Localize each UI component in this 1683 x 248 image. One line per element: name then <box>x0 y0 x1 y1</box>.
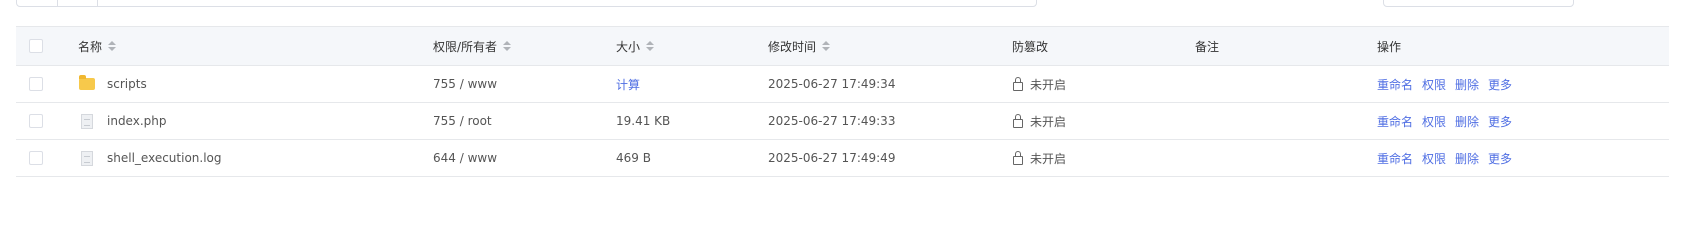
file-table: 名称 权限/所有者 大小 修改时间 防篡改 备注 操作 scripts 755 … <box>16 26 1669 177</box>
size-cell: 计算 <box>616 66 640 102</box>
row-checkbox-cell <box>29 140 43 176</box>
column-label: 修改时间 <box>768 39 817 54</box>
column-header-permission[interactable]: 权限/所有者 <box>433 27 512 65</box>
delete-link[interactable]: 删除 <box>1455 76 1479 93</box>
nav-forward-button[interactable] <box>57 0 98 6</box>
rename-link[interactable]: 重命名 <box>1377 150 1413 167</box>
file-name-cell[interactable]: index.php <box>79 103 166 139</box>
operations-cell: 重命名 权限 删除 更多 <box>1377 140 1521 176</box>
column-header-size[interactable]: 大小 <box>616 27 655 65</box>
sort-icon[interactable] <box>646 41 655 51</box>
sort-icon[interactable] <box>503 41 512 51</box>
file-size: 19.41 KB <box>616 114 671 128</box>
mtime-cell: 2025-06-27 17:49:34 <box>768 66 895 102</box>
size-cell: 469 B <box>616 140 651 176</box>
tamper-status[interactable]: 未开启 <box>1030 76 1066 93</box>
row-checkbox[interactable] <box>29 114 43 128</box>
file-size: 469 B <box>616 151 651 165</box>
more-link[interactable]: 更多 <box>1488 76 1512 93</box>
unlock-icon <box>1013 150 1023 165</box>
mtime-cell: 2025-06-27 17:49:33 <box>768 103 895 139</box>
file-name[interactable]: shell_execution.log <box>107 151 222 165</box>
tamper-status[interactable]: 未开启 <box>1030 150 1066 167</box>
permission-cell[interactable]: 755 / www <box>433 66 497 102</box>
table-row[interactable]: shell_execution.log 644 / www 469 B 2025… <box>16 140 1669 177</box>
file-name-cell[interactable]: shell_execution.log <box>79 140 222 176</box>
toolbar-remnant <box>0 0 1683 8</box>
tamper-cell[interactable]: 未开启 <box>1013 103 1066 139</box>
table-row[interactable]: index.php 755 / root 19.41 KB 2025-06-27… <box>16 103 1669 140</box>
row-checkbox-cell <box>29 103 43 139</box>
permission-cell[interactable]: 755 / root <box>433 103 492 139</box>
file-name-cell[interactable]: scripts <box>79 66 147 102</box>
column-label: 大小 <box>616 39 641 54</box>
delete-link[interactable]: 删除 <box>1455 150 1479 167</box>
column-label: 操作 <box>1377 39 1402 54</box>
file-icon <box>81 113 93 129</box>
permission-owner[interactable]: 755 / root <box>433 114 492 128</box>
row-checkbox[interactable] <box>29 151 43 165</box>
column-header-mtime[interactable]: 修改时间 <box>768 27 831 65</box>
column-label: 防篡改 <box>1012 39 1049 54</box>
permission-link[interactable]: 权限 <box>1422 113 1446 130</box>
more-link[interactable]: 更多 <box>1488 150 1512 167</box>
modified-time: 2025-06-27 17:49:33 <box>768 114 896 128</box>
calculate-size-link[interactable]: 计算 <box>616 76 640 93</box>
rename-link[interactable]: 重命名 <box>1377 113 1413 130</box>
tamper-cell[interactable]: 未开启 <box>1013 66 1066 102</box>
path-breadcrumb-box[interactable] <box>16 0 1037 7</box>
file-name[interactable]: scripts <box>107 77 147 91</box>
sort-icon[interactable] <box>108 41 117 51</box>
file-name[interactable]: index.php <box>107 114 166 128</box>
permission-link[interactable]: 权限 <box>1422 76 1446 93</box>
sort-icon[interactable] <box>822 41 831 51</box>
select-all-checkbox[interactable] <box>29 39 43 53</box>
operations-cell: 重命名 权限 删除 更多 <box>1377 103 1521 139</box>
file-icon <box>81 150 93 166</box>
row-checkbox-cell <box>29 66 43 102</box>
operations-cell: 重命名 权限 删除 更多 <box>1377 66 1521 102</box>
modified-time: 2025-06-27 17:49:49 <box>768 151 896 165</box>
permission-owner[interactable]: 755 / www <box>433 77 497 91</box>
more-link[interactable]: 更多 <box>1488 113 1512 130</box>
nav-back-button[interactable] <box>17 0 58 6</box>
folder-icon <box>79 75 95 90</box>
table-header: 名称 权限/所有者 大小 修改时间 防篡改 备注 操作 <box>16 26 1669 66</box>
tamper-status[interactable]: 未开启 <box>1030 113 1066 130</box>
column-header-note: 备注 <box>1195 27 1219 65</box>
column-header-name[interactable]: 名称 <box>78 27 117 65</box>
unlock-icon <box>1013 113 1023 128</box>
mtime-cell: 2025-06-27 17:49:49 <box>768 140 895 176</box>
permission-link[interactable]: 权限 <box>1422 150 1446 167</box>
tamper-cell[interactable]: 未开启 <box>1013 140 1066 176</box>
column-label: 备注 <box>1195 39 1220 54</box>
table-row[interactable]: scripts 755 / www 计算 2025-06-27 17:49:34… <box>16 66 1669 103</box>
rename-link[interactable]: 重命名 <box>1377 76 1413 93</box>
unlock-icon <box>1013 76 1023 91</box>
delete-link[interactable]: 删除 <box>1455 113 1479 130</box>
row-checkbox[interactable] <box>29 77 43 91</box>
column-label: 名称 <box>78 39 103 54</box>
column-header-tamper: 防篡改 <box>1012 27 1048 65</box>
search-input[interactable] <box>1383 0 1574 7</box>
modified-time: 2025-06-27 17:49:34 <box>768 77 896 91</box>
column-header-ops: 操作 <box>1377 27 1401 65</box>
size-cell: 19.41 KB <box>616 103 670 139</box>
permission-owner[interactable]: 644 / www <box>433 151 497 165</box>
select-all-checkbox-cell <box>29 27 43 65</box>
permission-cell[interactable]: 644 / www <box>433 140 497 176</box>
column-label: 权限/所有者 <box>433 39 498 54</box>
